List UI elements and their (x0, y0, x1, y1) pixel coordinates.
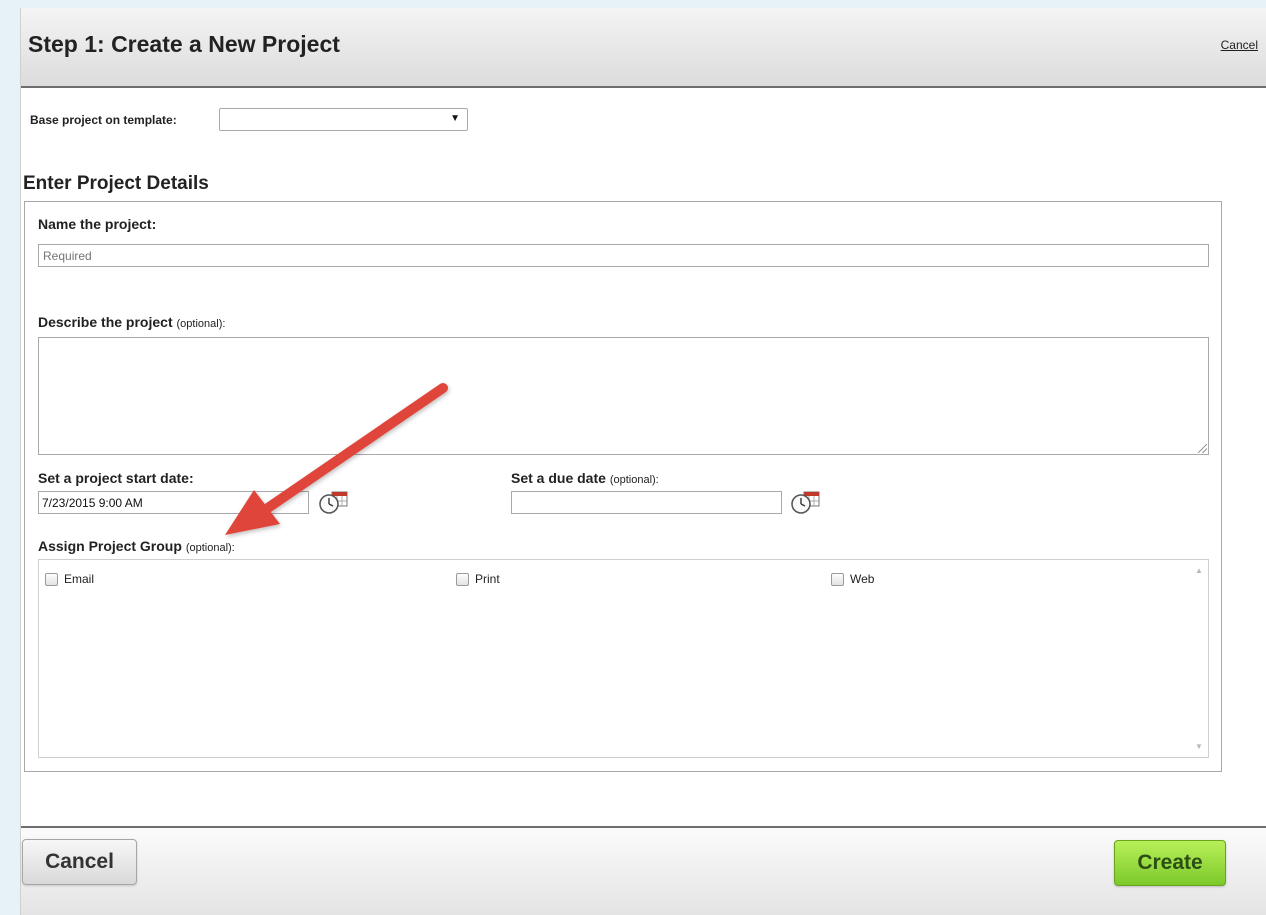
due-date-label-group: Set a due date (optional): (511, 470, 659, 486)
section-title: Enter Project Details (23, 173, 209, 194)
group-checkbox-print[interactable]: Print (456, 572, 500, 586)
cancel-button[interactable]: Cancel (22, 839, 137, 885)
describe-label-group: Describe the project (optional): (38, 314, 225, 330)
dialog-title: Step 1: Create a New Project (28, 31, 340, 57)
group-list-scrollbar[interactable]: ▲ ▼ (1191, 560, 1208, 757)
project-group-list[interactable]: Email Print Web ▲ ▼ (38, 559, 1209, 758)
due-date-input[interactable] (511, 491, 782, 514)
group-label-web: Web (850, 572, 875, 586)
dropdown-arrow-icon: ▼ (450, 113, 460, 124)
checkbox-icon[interactable] (456, 572, 469, 586)
project-group-label: Assign Project Group (38, 538, 182, 554)
dialog-footer (21, 826, 1266, 915)
template-label: Base project on template: (30, 113, 177, 127)
calendar-clock-icon[interactable] (790, 489, 822, 515)
template-select[interactable]: ▼ (219, 108, 468, 131)
scroll-up-arrow-icon[interactable]: ▲ (1195, 566, 1203, 575)
checkbox-icon[interactable] (45, 572, 58, 586)
group-label-email: Email (64, 572, 95, 586)
dialog-header: Step 1: Create a New Project Cancel (21, 8, 1266, 88)
name-label: Name the project: (38, 216, 157, 232)
scroll-down-arrow-icon[interactable]: ▼ (1195, 742, 1203, 751)
group-label-print: Print (475, 572, 500, 586)
project-description-textarea[interactable] (38, 337, 1209, 455)
create-button[interactable]: Create (1114, 840, 1226, 886)
calendar-clock-icon[interactable] (318, 489, 350, 515)
start-date-label: Set a project start date: (38, 470, 194, 486)
project-group-label-group: Assign Project Group (optional): (38, 538, 235, 554)
start-date-input[interactable]: 7/23/2015 9:00 AM (38, 491, 309, 514)
header-cancel-link[interactable]: Cancel (1221, 38, 1258, 52)
due-date-optional-note: (optional): (609, 474, 659, 486)
due-date-label: Set a due date (511, 470, 606, 486)
project-group-optional-note: (optional): (185, 542, 235, 554)
describe-label: Describe the project (38, 314, 173, 330)
group-checkbox-email[interactable]: Email (45, 572, 94, 586)
describe-optional-note: (optional): (176, 318, 226, 330)
resize-grip-icon[interactable] (1198, 444, 1207, 453)
project-name-input[interactable] (38, 244, 1209, 267)
checkbox-icon[interactable] (831, 572, 844, 586)
group-checkbox-web[interactable]: Web (831, 572, 874, 586)
